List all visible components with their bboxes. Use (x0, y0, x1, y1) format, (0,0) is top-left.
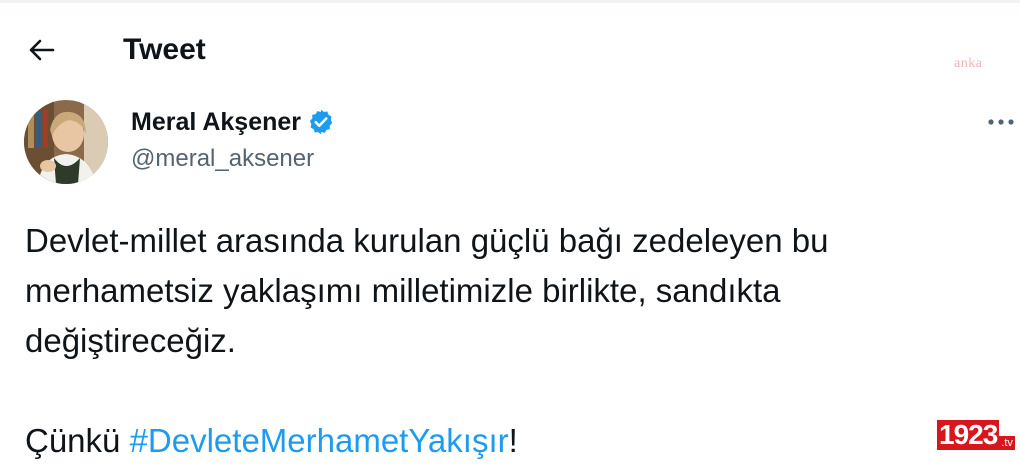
author-name-label: Meral Akşener (131, 108, 301, 136)
watermark-anka: anka (954, 56, 983, 71)
tweet-line: Çünkü #DevleteMerhametYakışır! (25, 416, 1005, 466)
more-horizontal-icon (988, 119, 1014, 125)
tweet-line: Devlet-millet arasında kurulan güçlü bağ… (25, 222, 829, 259)
watermark-1923: 1923 .tv (937, 420, 1017, 450)
tweet-text: Devlet-millet arasında kurulan güçlü bağ… (25, 216, 1005, 466)
avatar-image (24, 100, 108, 184)
arrow-left-icon (29, 39, 55, 61)
tweet-text-suffix: ! (508, 422, 518, 459)
author-handle[interactable]: @meral_aksener (131, 143, 314, 175)
tweet-text-prefix: Çünkü (25, 422, 130, 459)
avatar[interactable] (24, 100, 108, 184)
top-divider (0, 0, 1020, 3)
back-button[interactable] (22, 30, 62, 70)
more-options-button[interactable] (984, 110, 1018, 134)
page-title: Tweet (123, 33, 206, 66)
hashtag-link[interactable]: #DevleteMerhametYakışır (130, 422, 509, 459)
verified-badge-icon (307, 108, 335, 136)
tweet-line: değiştireceğiz. (25, 322, 236, 359)
tweet-line: merhametsiz yaklaşımı milletimizle birli… (25, 272, 781, 309)
tweet-header: Tweet (0, 22, 1020, 74)
watermark-number: 1923 (937, 419, 1000, 450)
author-name[interactable]: Meral Akşener (131, 106, 335, 138)
watermark-suffix: .tv (999, 436, 1015, 450)
